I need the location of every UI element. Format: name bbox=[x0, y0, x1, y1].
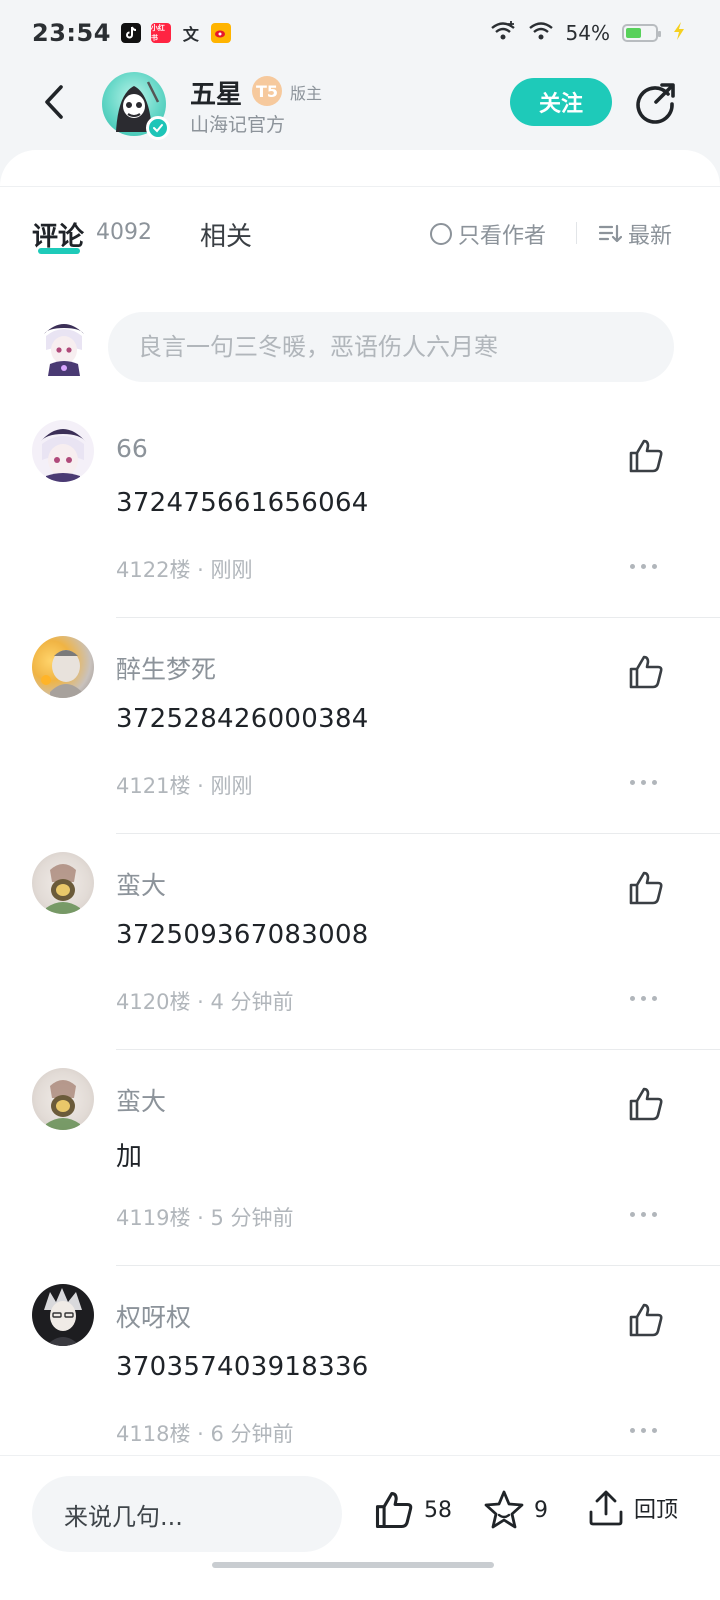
back-button[interactable] bbox=[36, 82, 72, 122]
commenter-name[interactable]: 66 bbox=[116, 434, 148, 463]
battery-icon bbox=[622, 24, 661, 42]
only-author-label: 只看作者 bbox=[458, 224, 547, 249]
star-icon bbox=[484, 1490, 524, 1529]
card-divider bbox=[0, 186, 720, 187]
tiktok-icon bbox=[120, 23, 141, 43]
post-header: 五星 T5 版主 山海记官方 关注 bbox=[0, 66, 720, 152]
sort-label: 最新 bbox=[628, 224, 673, 249]
comment-meta: 4118楼 · 6 分钟前 bbox=[116, 1422, 294, 1446]
tab-related[interactable]: 相关 bbox=[200, 216, 252, 253]
comments-card: 评论 4092 相关 只看作者 最新 良言一句三冬暖，恶语伤人六月寒 66 37… bbox=[0, 150, 720, 1455]
author-subtitle: 山海记官方 bbox=[190, 114, 286, 136]
more-options-icon[interactable] bbox=[630, 560, 664, 572]
chevron-left-icon bbox=[45, 85, 63, 119]
xiaohongshu-icon: 小红书 bbox=[150, 23, 171, 43]
sort-icon bbox=[598, 224, 622, 243]
commenter-name[interactable]: 蛮大 bbox=[116, 1082, 166, 1118]
favorite-button[interactable]: 9 bbox=[482, 1488, 548, 1532]
only-author-toggle[interactable]: 只看作者 bbox=[430, 218, 546, 250]
bottom-action-bar: 来说几句... 58 9 回顶 bbox=[0, 1455, 720, 1600]
more-options-icon[interactable] bbox=[630, 776, 664, 788]
comment-item: 蛮大 372509367083008 4120楼 · 4 分钟前 bbox=[0, 834, 720, 1050]
thumbs-up-icon bbox=[629, 1087, 663, 1121]
comment-tabs: 评论 4092 相关 只看作者 最新 bbox=[32, 216, 688, 260]
comment-text: 372528426000384 bbox=[116, 704, 369, 734]
like-button[interactable] bbox=[626, 436, 666, 476]
more-options-icon[interactable] bbox=[630, 1208, 664, 1220]
thumbs-up-icon bbox=[629, 439, 663, 473]
thumbs-up-icon bbox=[629, 655, 663, 689]
sort-toggle[interactable]: 最新 bbox=[598, 218, 672, 250]
translate-icon: 文 bbox=[182, 25, 199, 44]
like-button[interactable] bbox=[626, 652, 666, 692]
commenter-avatar[interactable] bbox=[32, 1284, 94, 1346]
comment-item: 权呀权 370357403918336 4118楼 · 6 分钟前 bbox=[0, 1266, 720, 1455]
battery-percent: 54% bbox=[565, 21, 610, 45]
upload-arrow-icon bbox=[589, 1490, 623, 1526]
status-time: 23:54 bbox=[32, 19, 111, 47]
comment-input[interactable] bbox=[108, 312, 674, 382]
commenter-avatar[interactable] bbox=[32, 420, 94, 482]
weibo-icon bbox=[210, 23, 231, 43]
role-badge: 版主 bbox=[290, 84, 323, 103]
commenter-name[interactable]: 权呀权 bbox=[116, 1298, 191, 1334]
level-badge: T5 bbox=[252, 76, 282, 106]
like-button[interactable] bbox=[626, 1300, 666, 1340]
author-name[interactable]: 五星 bbox=[190, 74, 242, 111]
comment-item: 醉生梦死 372528426000384 4121楼 · 刚刚 bbox=[0, 618, 720, 834]
comment-text: 372509367083008 bbox=[116, 920, 369, 950]
like-button[interactable] bbox=[626, 1084, 666, 1124]
wifi-icon bbox=[528, 20, 554, 47]
comment-item: 蛮大 加 4119楼 · 5 分钟前 bbox=[0, 1050, 720, 1266]
tab-separator bbox=[576, 222, 577, 244]
reply-placeholder: 来说几句... bbox=[64, 1502, 183, 1531]
share-icon bbox=[636, 83, 675, 124]
thumbs-up-icon bbox=[375, 1491, 413, 1529]
commenter-avatar[interactable] bbox=[32, 1068, 94, 1130]
my-avatar bbox=[40, 316, 88, 378]
favorite-count: 9 bbox=[534, 1497, 548, 1523]
share-button[interactable] bbox=[632, 80, 678, 126]
like-post-button[interactable]: 58 bbox=[372, 1488, 452, 1532]
more-options-icon[interactable] bbox=[630, 1424, 664, 1436]
charging-icon bbox=[670, 21, 688, 46]
author-avatar[interactable] bbox=[102, 72, 170, 140]
back-to-top-button[interactable]: 回顶 bbox=[586, 1488, 678, 1528]
radio-icon bbox=[430, 223, 452, 245]
commenter-name[interactable]: 蛮大 bbox=[116, 866, 166, 902]
more-options-icon[interactable] bbox=[630, 992, 664, 1004]
commenter-avatar[interactable] bbox=[32, 852, 94, 914]
wifi-plus-icon bbox=[490, 20, 516, 47]
comment-text: 372475661656064 bbox=[116, 488, 369, 518]
comment-meta: 4122楼 · 刚刚 bbox=[116, 558, 253, 582]
comment-text: 370357403918336 bbox=[116, 1352, 369, 1382]
comment-item: 66 372475661656064 4122楼 · 刚刚 bbox=[0, 402, 720, 618]
verified-badge-icon bbox=[146, 116, 170, 140]
comment-text: 加 bbox=[116, 1142, 143, 1172]
home-indicator[interactable] bbox=[212, 1562, 494, 1568]
tab-comments[interactable]: 评论 bbox=[32, 216, 84, 253]
thumbs-up-icon bbox=[629, 871, 663, 905]
back-to-top-label: 回顶 bbox=[634, 1498, 679, 1523]
comment-composer bbox=[32, 310, 688, 382]
reply-input[interactable]: 来说几句... bbox=[32, 1476, 342, 1552]
comment-meta: 4121楼 · 刚刚 bbox=[116, 774, 253, 798]
comment-meta: 4119楼 · 5 分钟前 bbox=[116, 1206, 294, 1230]
follow-button[interactable]: 关注 bbox=[510, 78, 612, 126]
thumbs-up-icon bbox=[629, 1303, 663, 1337]
commenter-avatar[interactable] bbox=[32, 636, 94, 698]
status-bar: 23:54 小红书 文 54% bbox=[0, 0, 720, 66]
comment-meta: 4120楼 · 4 分钟前 bbox=[116, 990, 294, 1014]
comments-count: 4092 bbox=[96, 220, 152, 245]
commenter-name[interactable]: 醉生梦死 bbox=[116, 650, 216, 686]
like-count: 58 bbox=[424, 1497, 452, 1523]
like-button[interactable] bbox=[626, 868, 666, 908]
